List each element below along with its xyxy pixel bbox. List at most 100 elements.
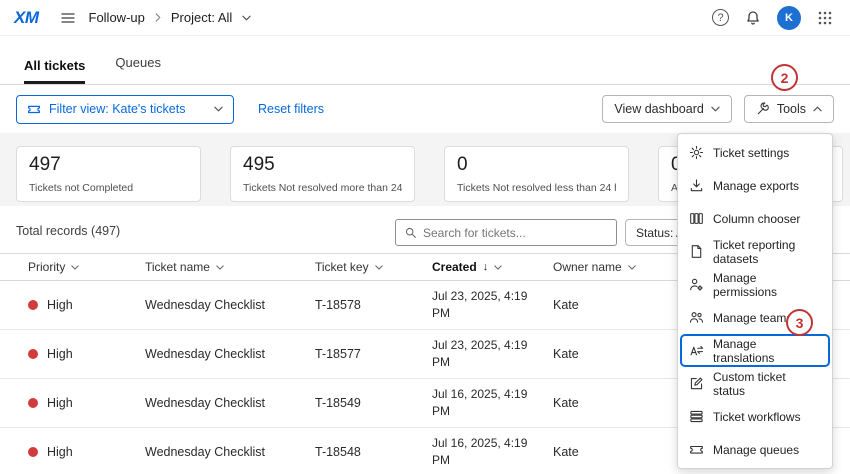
stat-label: Tickets Not resolved less than 24 hours [457, 182, 616, 194]
filter-row-right: View dashboard Tools [602, 95, 834, 123]
ticket-name-cell: Wednesday Checklist [145, 298, 315, 312]
menu-item-label: Custom ticket status [713, 370, 821, 398]
tools-dropdown-menu: Ticket settings Manage exports Column ch… [677, 133, 833, 469]
breadcrumb-project-selector[interactable]: Project: All [171, 10, 232, 25]
tab-queues-label: Queues [115, 55, 161, 70]
menu-item-label: Ticket settings [713, 146, 789, 160]
created-cell: Jul 16, 2025, 4:19 PM [432, 435, 538, 469]
ticket-key-cell: T-18578 [315, 298, 432, 312]
menu-item-ticket-settings[interactable]: Ticket settings [678, 136, 832, 169]
column-label: Ticket name [145, 260, 210, 274]
person-gear-icon [689, 277, 704, 292]
ticket-name-cell: Wednesday Checklist [145, 347, 315, 361]
chevron-down-icon [242, 15, 251, 21]
priority-value: High [47, 445, 73, 459]
chevron-down-icon [375, 265, 383, 270]
annotation-step-3: 3 [786, 309, 813, 336]
priority-high-dot [28, 447, 38, 457]
stat-value: 0 [457, 154, 616, 176]
priority-high-dot [28, 300, 38, 310]
menu-item-column-chooser[interactable]: Column chooser [678, 202, 832, 235]
menu-item-ticket-reporting-datasets[interactable]: Ticket reporting datasets [678, 235, 832, 268]
search-icon [404, 226, 417, 239]
help-icon[interactable]: ? [712, 9, 729, 26]
priority-cell: High [28, 347, 145, 361]
stat-card-not-completed: 497 Tickets not Completed [16, 146, 201, 202]
gear-icon [689, 145, 704, 160]
ticket-key-cell: T-18577 [315, 347, 432, 361]
menu-item-label: Column chooser [713, 212, 800, 226]
edit-icon [689, 376, 704, 391]
hamburger-menu-icon[interactable] [57, 7, 79, 29]
column-label: Priority [28, 260, 65, 274]
column-label: Owner name [553, 260, 622, 274]
menu-item-manage-exports[interactable]: Manage exports [678, 169, 832, 202]
menu-item-manage-permissions[interactable]: Manage permissions [678, 268, 832, 301]
chevron-up-icon [813, 106, 822, 112]
menu-item-label: Ticket workflows [713, 410, 801, 424]
menu-item-label: Manage queues [713, 443, 799, 457]
wrench-icon [756, 102, 770, 116]
tab-queues[interactable]: Queues [115, 55, 161, 84]
user-avatar[interactable]: K [777, 6, 801, 30]
menu-item-custom-ticket-status[interactable]: Custom ticket status [678, 367, 832, 400]
stack-icon [689, 409, 704, 424]
chevron-down-icon [628, 265, 636, 270]
column-header-ticket-key[interactable]: Ticket key [315, 260, 432, 274]
column-header-created[interactable]: Created ↓ [432, 260, 553, 274]
menu-item-label: Manage exports [713, 179, 799, 193]
priority-value: High [47, 347, 73, 361]
menu-item-manage-translations[interactable]: Manage translations [680, 334, 830, 367]
column-header-priority[interactable]: Priority [28, 260, 145, 274]
topbar-right: ? K [712, 6, 836, 30]
view-dashboard-label: View dashboard [614, 102, 703, 116]
menu-item-label: Manage permissions [713, 271, 821, 299]
chevron-down-icon [494, 265, 502, 270]
search-box [395, 219, 617, 246]
menu-item-label: Ticket reporting datasets [713, 238, 821, 266]
stat-value: 497 [29, 154, 188, 176]
chevron-down-icon [216, 265, 224, 270]
tab-all-tickets[interactable]: All tickets [24, 58, 85, 84]
ticket-icon [689, 442, 704, 457]
stat-card-not-resolved-less-24h: 0 Tickets Not resolved less than 24 hour… [444, 146, 629, 202]
ticket-name-cell: Wednesday Checklist [145, 445, 315, 459]
priority-cell: High [28, 298, 145, 312]
priority-cell: High [28, 396, 145, 410]
download-icon [689, 178, 704, 193]
priority-value: High [47, 298, 73, 312]
ticket-key-cell: T-18549 [315, 396, 432, 410]
priority-value: High [47, 396, 73, 410]
menu-item-ticket-workflows[interactable]: Ticket workflows [678, 400, 832, 433]
stat-label: Tickets Not resolved more than 24 ho... [243, 182, 402, 194]
created-cell: Jul 16, 2025, 4:19 PM [432, 386, 538, 420]
priority-high-dot [28, 349, 38, 359]
stat-card-not-resolved-more-24h: 495 Tickets Not resolved more than 24 ho… [230, 146, 415, 202]
xm-logo: XM [14, 8, 39, 28]
columns-icon [689, 211, 704, 226]
search-input[interactable] [423, 226, 608, 240]
tools-button[interactable]: Tools [744, 95, 834, 123]
breadcrumb-app[interactable]: Follow-up [89, 10, 145, 25]
apps-grid-icon[interactable] [814, 7, 836, 29]
view-dashboard-button[interactable]: View dashboard [602, 95, 731, 123]
column-label: Created [432, 260, 477, 274]
menu-item-label: Manage teams [713, 311, 792, 325]
column-header-ticket-name[interactable]: Ticket name [145, 260, 315, 274]
notifications-bell-icon[interactable] [742, 7, 764, 29]
tabs-bar: All tickets Queues [0, 36, 850, 85]
topbar-left: XM Follow-up Project: All [14, 7, 251, 29]
chevron-down-icon [711, 106, 720, 112]
topbar: XM Follow-up Project: All ? K [0, 0, 850, 36]
tab-all-tickets-label: All tickets [24, 58, 85, 73]
ticket-name-cell: Wednesday Checklist [145, 396, 315, 410]
tools-label: Tools [777, 102, 806, 116]
created-cell: Jul 23, 2025, 4:19 PM [432, 337, 538, 371]
breadcrumb-separator-icon [155, 13, 161, 22]
reset-filters-link[interactable]: Reset filters [258, 102, 324, 116]
stat-value: 495 [243, 154, 402, 176]
filter-row: Filter view: Kate's tickets Reset filter… [0, 85, 850, 133]
menu-item-manage-queues[interactable]: Manage queues [678, 433, 832, 466]
filter-view-dropdown[interactable]: Filter view: Kate's tickets [16, 95, 234, 124]
ticket-icon [27, 102, 41, 116]
